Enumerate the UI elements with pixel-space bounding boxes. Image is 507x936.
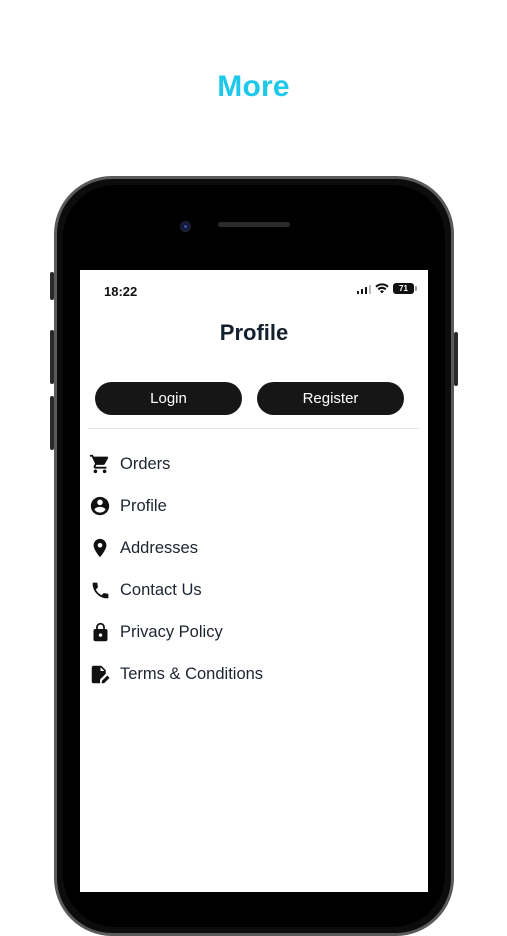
app-screen: 18:22 71 Profile Login Register Orders P… — [80, 270, 428, 892]
battery-icon: 71 — [393, 283, 417, 294]
status-time: 18:22 — [104, 284, 138, 299]
status-icons: 71 — [356, 283, 417, 294]
menu-item-addresses[interactable]: Addresses — [88, 527, 420, 569]
menu-item-contact-us[interactable]: Contact Us — [88, 569, 420, 611]
menu-item-profile[interactable]: Profile — [88, 485, 420, 527]
phone-volume-down — [50, 396, 54, 450]
account-circle-icon — [88, 494, 112, 518]
menu-item-privacy-policy[interactable]: Privacy Policy — [88, 611, 420, 653]
phone-side-button — [50, 272, 54, 300]
menu-item-label: Profile — [120, 496, 167, 515]
phone-icon — [88, 578, 112, 602]
earpiece-speaker — [218, 222, 290, 227]
front-camera — [180, 221, 191, 232]
menu-item-label: Orders — [120, 454, 171, 473]
phone-power-button — [454, 332, 458, 386]
wifi-icon — [375, 283, 389, 294]
document-edit-icon — [88, 662, 112, 686]
phone-volume-up — [50, 330, 54, 384]
promo-title: More — [217, 70, 290, 103]
lock-icon — [88, 620, 112, 644]
menu-item-label: Contact Us — [120, 580, 202, 599]
cellular-signal-icon — [356, 284, 371, 294]
cart-icon — [88, 452, 112, 476]
menu-item-label: Terms & Conditions — [120, 664, 264, 683]
page-title: Profile — [219, 320, 289, 345]
menu-list: Orders Profile Addresses Contact Us Priv… — [88, 443, 420, 695]
menu-item-terms-conditions[interactable]: Terms & Conditions — [88, 653, 420, 695]
menu-item-label: Addresses — [120, 538, 198, 557]
menu-item-orders[interactable]: Orders — [88, 443, 420, 485]
menu-item-label: Privacy Policy — [120, 622, 223, 641]
register-button[interactable]: Register — [257, 382, 404, 415]
divider — [88, 428, 420, 429]
status-bar: 18:22 71 — [80, 270, 428, 310]
location-pin-icon — [88, 536, 112, 560]
login-button[interactable]: Login — [95, 382, 242, 415]
